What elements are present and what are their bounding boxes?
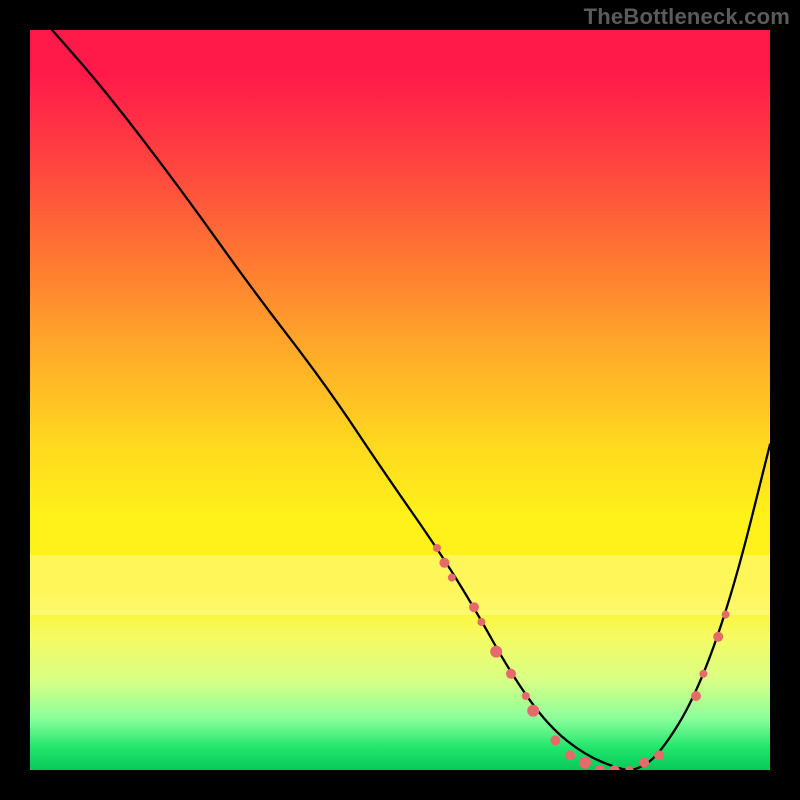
marker-m18 bbox=[691, 691, 701, 701]
marker-m20 bbox=[713, 632, 723, 642]
marker-m13 bbox=[595, 765, 605, 770]
marker-m8 bbox=[522, 692, 530, 700]
marker-m21 bbox=[722, 611, 730, 619]
watermark-text: TheBottleneck.com bbox=[584, 4, 790, 30]
marker-m10 bbox=[550, 735, 560, 745]
marker-m7 bbox=[506, 669, 516, 679]
marker-m11 bbox=[565, 750, 575, 760]
chart-stage: TheBottleneck.com bbox=[0, 0, 800, 800]
plot-area bbox=[30, 30, 770, 770]
marker-m6 bbox=[490, 646, 502, 658]
marker-m17 bbox=[654, 750, 664, 760]
marker-m1 bbox=[433, 544, 441, 552]
bottleneck-curve bbox=[52, 30, 770, 770]
marker-m2 bbox=[439, 558, 449, 568]
marker-m3 bbox=[448, 574, 456, 582]
marker-m12 bbox=[579, 757, 591, 769]
marker-m4 bbox=[469, 602, 479, 612]
marker-m9 bbox=[527, 705, 539, 717]
marker-group bbox=[433, 544, 730, 770]
marker-m16 bbox=[639, 758, 649, 768]
curve-layer bbox=[30, 30, 770, 770]
marker-m5 bbox=[477, 618, 485, 626]
marker-m19 bbox=[699, 670, 707, 678]
marker-m15 bbox=[625, 766, 633, 770]
